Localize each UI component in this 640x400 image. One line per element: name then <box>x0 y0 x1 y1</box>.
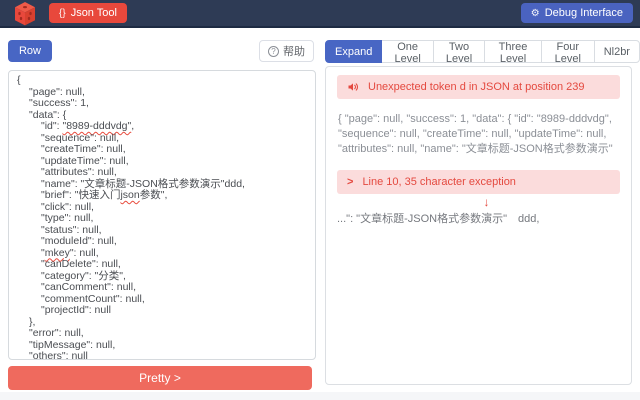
help-button[interactable]: ? 帮助 <box>259 40 314 62</box>
pretty-button[interactable]: Pretty > <box>8 366 312 390</box>
exception-alert: > Line 10, 35 character exception <box>337 170 620 194</box>
json-tool-app: {} Json Tool ⚙ Debug Interface Row ? 帮助 … <box>0 0 640 400</box>
question-icon: ? <box>268 46 279 57</box>
editor-line: "projectId": null <box>17 305 307 317</box>
level-button-one-level[interactable]: One Level <box>381 40 434 63</box>
error-alert-text: Unexpected token d in JSON at position 2… <box>368 81 584 93</box>
page-bottom-strip <box>0 392 640 400</box>
json-editor[interactable]: {"page": null,"success": 1,"data": {"id"… <box>8 70 316 360</box>
parsed-json-preview: { "page": null, "success": 1, "data": { … <box>338 112 619 157</box>
exception-alert-text: Line 10, 35 character exception <box>362 176 516 188</box>
chevron-right-icon: > <box>347 176 353 188</box>
level-button-three-level[interactable]: Three Level <box>484 40 542 63</box>
braces-icon: {} <box>59 8 66 19</box>
header: {} Json Tool ⚙ Debug Interface <box>0 0 640 28</box>
row-mode-button[interactable]: Row <box>8 40 52 62</box>
level-button-expand[interactable]: Expand <box>325 40 382 63</box>
level-button-four-level[interactable]: Four Level <box>541 40 595 63</box>
json-tool-button[interactable]: {} Json Tool <box>49 3 127 23</box>
gear-icon: ⚙ <box>531 8 540 19</box>
level-button-group: ExpandOne LevelTwo LevelThree LevelFour … <box>325 40 640 63</box>
error-position-arrow: ↓ <box>345 196 628 209</box>
error-alert: Unexpected token d in JSON at position 2… <box>337 75 620 99</box>
editor-line: "others": null <box>17 351 307 360</box>
json-tool-button-label: Json Tool <box>71 7 117 19</box>
level-button-nl2br[interactable]: Nl2br <box>594 40 640 63</box>
level-button-two-level[interactable]: Two Level <box>433 40 485 63</box>
dice-logo-icon <box>13 1 37 26</box>
debug-interface-button-label: Debug Interface <box>545 7 623 19</box>
speaker-icon <box>347 81 359 93</box>
help-button-label: 帮助 <box>283 43 305 59</box>
result-panel: Unexpected token d in JSON at position 2… <box>325 66 632 385</box>
debug-interface-button[interactable]: ⚙ Debug Interface <box>521 3 633 23</box>
error-context-text: ...": "文章标题-JSON格式参数演示" ddd, <box>337 210 620 226</box>
